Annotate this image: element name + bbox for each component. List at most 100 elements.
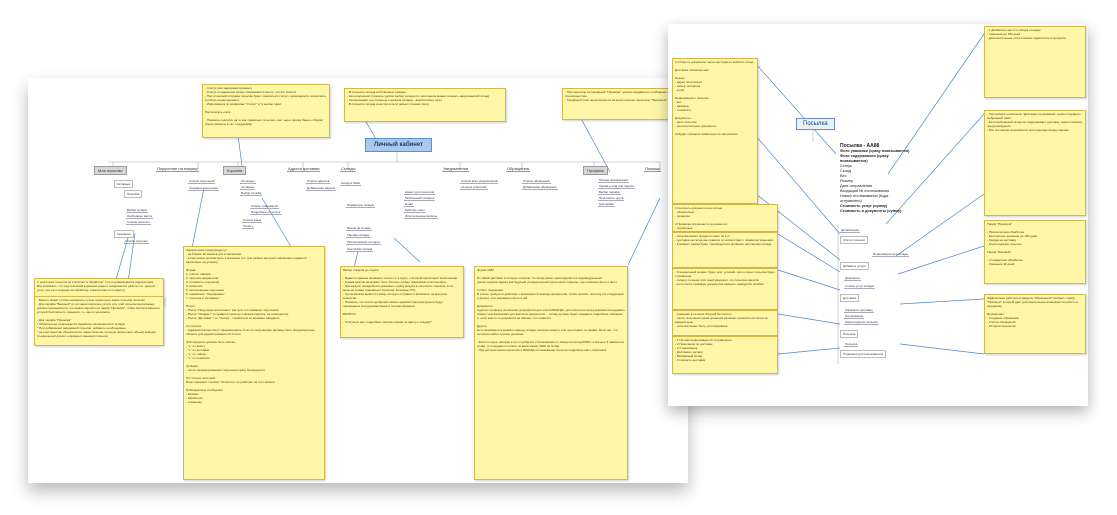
sticky-note: - 1 Добавлено место в общей очереди - Хр… bbox=[984, 26, 1086, 98]
sticky-note-text: Эффективно работать в разделе "Обращения… bbox=[987, 296, 1079, 328]
sticky-note-text: - 1 Добавлено место в общей очереди - Хр… bbox=[987, 28, 1066, 40]
sub-node[interactable]: Свободные места bbox=[126, 214, 154, 219]
sub-node[interactable]: Мобильный телефон bbox=[404, 196, 436, 201]
sticky-note-text: Выбор товаров до отдачи - Вывести данные… bbox=[343, 268, 458, 324]
sub-node[interactable]: Список поручений bbox=[188, 179, 216, 184]
branch-node[interactable]: Поручение на покупку bbox=[156, 166, 200, 172]
sticky-note: - В процессе склада собственные тарифы -… bbox=[344, 88, 506, 122]
mindmap-sheet-left: Личный кабинет Мои посылки Поручение на … bbox=[28, 78, 688, 483]
branch-node[interactable]: Обращения bbox=[506, 166, 530, 172]
sticky-note: Эффективно работать в разделе "Обращения… bbox=[984, 294, 1086, 354]
sticky-note: 1) Открыть документы через инструмент вы… bbox=[672, 58, 758, 204]
right-sub-node[interactable]: Страхование bbox=[844, 314, 865, 319]
branch-label: Склады bbox=[341, 166, 356, 171]
sub-node[interactable]: Выбор тарифа bbox=[598, 190, 621, 195]
sub-node[interactable]: Список всех уведомлений bbox=[460, 179, 499, 184]
sub-node[interactable]: Список транзакций bbox=[250, 204, 279, 209]
sticky-note-text: У некоторых посылок не статусом "в обраб… bbox=[37, 280, 156, 292]
sub-node[interactable]: Email bbox=[404, 202, 414, 207]
right-sub-node[interactable]: Консолидация посылки bbox=[844, 320, 879, 325]
sub-node[interactable]: Оплачено bbox=[240, 179, 256, 184]
sub-node[interactable]: Пригласить друга bbox=[598, 196, 625, 201]
sticky-note: Выбор товаров до отдачи - Вывести данные… bbox=[340, 266, 464, 338]
sticky-note-text: - При переходе на тарифный "Премиум" дол… bbox=[565, 90, 669, 102]
right-sub-node[interactable]: Оформить доставку bbox=[844, 308, 875, 313]
right-sub-node[interactable]: Список услуг склада bbox=[844, 284, 875, 289]
sub-node[interactable]: Список адресов bbox=[306, 179, 331, 184]
sticky-note: Оформление (предпродукту) - на бланке 10… bbox=[183, 246, 325, 480]
sticky-note: Тариф "Премиум" - Приоритетная обработка… bbox=[984, 220, 1086, 284]
panel-item: Стоимость и документы (сумму) bbox=[840, 209, 902, 213]
sub-node[interactable]: Смена e-mail или пароля bbox=[598, 184, 635, 189]
sub-node[interactable]: Список посылок bbox=[126, 220, 151, 225]
right-title-node[interactable]: Посылка bbox=[796, 118, 835, 130]
sticky-note-text: - посылка может придется пакет по 1 кг -… bbox=[675, 234, 773, 246]
sticky-note: - При переходе на тарифный "Премиум" дол… bbox=[562, 88, 684, 120]
sub-node[interactable]: Список посылок bbox=[124, 239, 149, 244]
central-node[interactable]: Личный кабинет bbox=[365, 138, 433, 152]
right-sub-node[interactable]: Доставка bbox=[840, 294, 859, 302]
sub-node[interactable]: Склад в США bbox=[340, 181, 361, 186]
sub-node[interactable]: Используемые валюты bbox=[404, 214, 439, 219]
branch-node[interactable]: Профиль bbox=[583, 166, 609, 175]
branch-node[interactable]: Адреса доставки bbox=[287, 166, 321, 172]
sub-node[interactable]: Добавление адреса bbox=[306, 186, 336, 191]
sub-node[interactable]: Создание поручения bbox=[188, 186, 219, 191]
right-sub-node[interactable]: Статус посылки bbox=[840, 236, 869, 244]
sub-node[interactable]: Адрес (для посылок) bbox=[404, 190, 436, 195]
right-sub-node[interactable]: Детализация bbox=[840, 228, 861, 233]
sticky-note-text: - Статус (как задокументировано) - Стату… bbox=[205, 86, 327, 126]
right-sub-node[interactable]: Посылка bbox=[840, 330, 859, 338]
sticky-note: - Вместе может (чтобы напомнить лучше по… bbox=[34, 296, 164, 346]
branch-label: Профиль bbox=[587, 168, 605, 173]
sub-node[interactable]: Настройки склада bbox=[346, 247, 374, 252]
right-sub-node[interactable]: Посылка bbox=[844, 342, 859, 347]
sticky-note-text: 1 Контроль документов на складе - обязат… bbox=[675, 206, 728, 232]
branch-node[interactable]: Корзина bbox=[223, 166, 247, 175]
sticky-note: - хранение в течение 30 дней бесплатно -… bbox=[672, 310, 778, 336]
sticky-note-text: Оформление (предпродукту) - на бланке 10… bbox=[186, 248, 315, 404]
sticky-note-text: - Специальный момент будет для: условий,… bbox=[675, 270, 775, 286]
sub-node[interactable]: Архивные bbox=[114, 230, 134, 238]
sticky-note: - При выборе нескольких "Доставка страхо… bbox=[984, 110, 1086, 216]
right-sub-node[interactable]: Документы bbox=[844, 276, 862, 281]
sticky-note: 1 Контроль документов на складе - обязат… bbox=[672, 204, 778, 232]
panel-item: Номер отслеживания (Куда отправлено) bbox=[840, 194, 889, 203]
sub-node[interactable]: Оплату bbox=[242, 224, 255, 229]
branch-label: Уведомления bbox=[443, 166, 469, 171]
branch-node[interactable]: Склады bbox=[340, 166, 357, 172]
sub-node[interactable]: Добавление обращения bbox=[522, 185, 558, 190]
right-sub-node[interactable]: Подсказки для пользователя bbox=[840, 350, 887, 358]
parcel-detail-panel: Посылка - АА88 Фото упаковки (сразу пока… bbox=[840, 144, 910, 214]
sub-node[interactable]: Рабочие часы bbox=[404, 208, 426, 213]
sticky-note: - Статус (как задокументировано) - Стату… bbox=[202, 84, 330, 138]
branch-label: Обращения bbox=[507, 166, 529, 171]
branch-label: Адреса доставки bbox=[288, 166, 320, 171]
sticky-note-text: - 1 Полная информация об отправлении - 2… bbox=[675, 338, 732, 362]
sub-node[interactable]: Личная информация bbox=[598, 178, 629, 183]
sub-node[interactable]: Список обращений bbox=[522, 179, 551, 184]
sub-node[interactable]: Настройки bbox=[598, 202, 615, 207]
sub-node[interactable]: Активные bbox=[114, 180, 134, 188]
sub-node[interactable]: по всем событиям bbox=[460, 185, 488, 190]
right-sub-node[interactable]: Информация для склада bbox=[872, 252, 909, 257]
right-sub-node[interactable]: Добавить услуги bbox=[840, 262, 870, 270]
sub-node[interactable]: Время на складе bbox=[346, 226, 372, 231]
sticky-note-text: 1) Открыть документы через инструмент вы… bbox=[675, 60, 754, 136]
sub-node[interactable]: Тарифы склада bbox=[346, 233, 370, 238]
sticky-note: - 1 Полная информация об отправлении - 2… bbox=[672, 336, 778, 374]
sub-node[interactable]: Расположение на карте bbox=[346, 240, 382, 245]
sub-node[interactable]: Активные bbox=[240, 185, 256, 190]
sub-node[interactable]: Подробнее об услуге bbox=[250, 210, 282, 215]
branch-node[interactable]: Помощь bbox=[644, 166, 662, 172]
branch-node[interactable]: Уведомления bbox=[442, 166, 470, 172]
sub-node[interactable]: Выбор служба bbox=[240, 191, 263, 196]
sub-node[interactable]: Посылка bbox=[124, 190, 143, 198]
sub-node[interactable]: Параметры склада bbox=[346, 203, 375, 208]
branch-node[interactable]: Мои посылки bbox=[94, 166, 127, 175]
sub-node[interactable]: Выбор склада bbox=[126, 208, 148, 213]
sub-node[interactable]: Список заказ bbox=[242, 218, 263, 223]
sticky-note-text: - хранение в течение 30 дней бесплатно -… bbox=[675, 312, 768, 328]
sticky-note: - посылка может придется пакет по 1 кг -… bbox=[672, 232, 778, 268]
sticky-note: Форма 1580 Из самой диктовки в которую о… bbox=[474, 266, 628, 480]
